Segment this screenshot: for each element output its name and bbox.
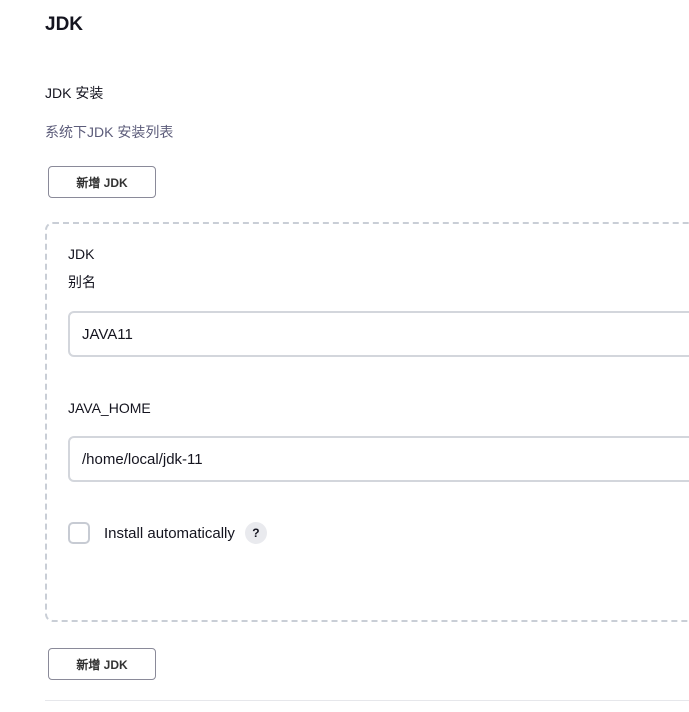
section-title: JDK (45, 14, 84, 35)
jdk-config-page: JDK JDK 安装 系统下JDK 安装列表 新增 JDK JDK 别名 JAV… (0, 0, 689, 712)
jdk-installation-card (45, 222, 689, 622)
add-jdk-button-bottom[interactable]: 新增 JDK (48, 648, 156, 680)
alias-input[interactable] (68, 311, 689, 357)
alias-label: 别名 (68, 274, 96, 290)
jdk-installations-description: 系统下JDK 安装列表 (45, 124, 174, 140)
add-jdk-button-top[interactable]: 新增 JDK (48, 166, 156, 198)
install-automatically-row: Install automatically ? (68, 522, 267, 544)
jdk-card-name: JDK (68, 246, 95, 262)
help-icon[interactable]: ? (244, 522, 267, 544)
java-home-input[interactable] (68, 436, 689, 482)
jdk-installations-label: JDK 安装 (45, 85, 104, 101)
section-divider (45, 700, 689, 701)
java-home-label: JAVA_HOME (68, 400, 151, 416)
install-automatically-label[interactable]: Install automatically (104, 525, 235, 542)
install-automatically-checkbox[interactable] (68, 522, 90, 544)
